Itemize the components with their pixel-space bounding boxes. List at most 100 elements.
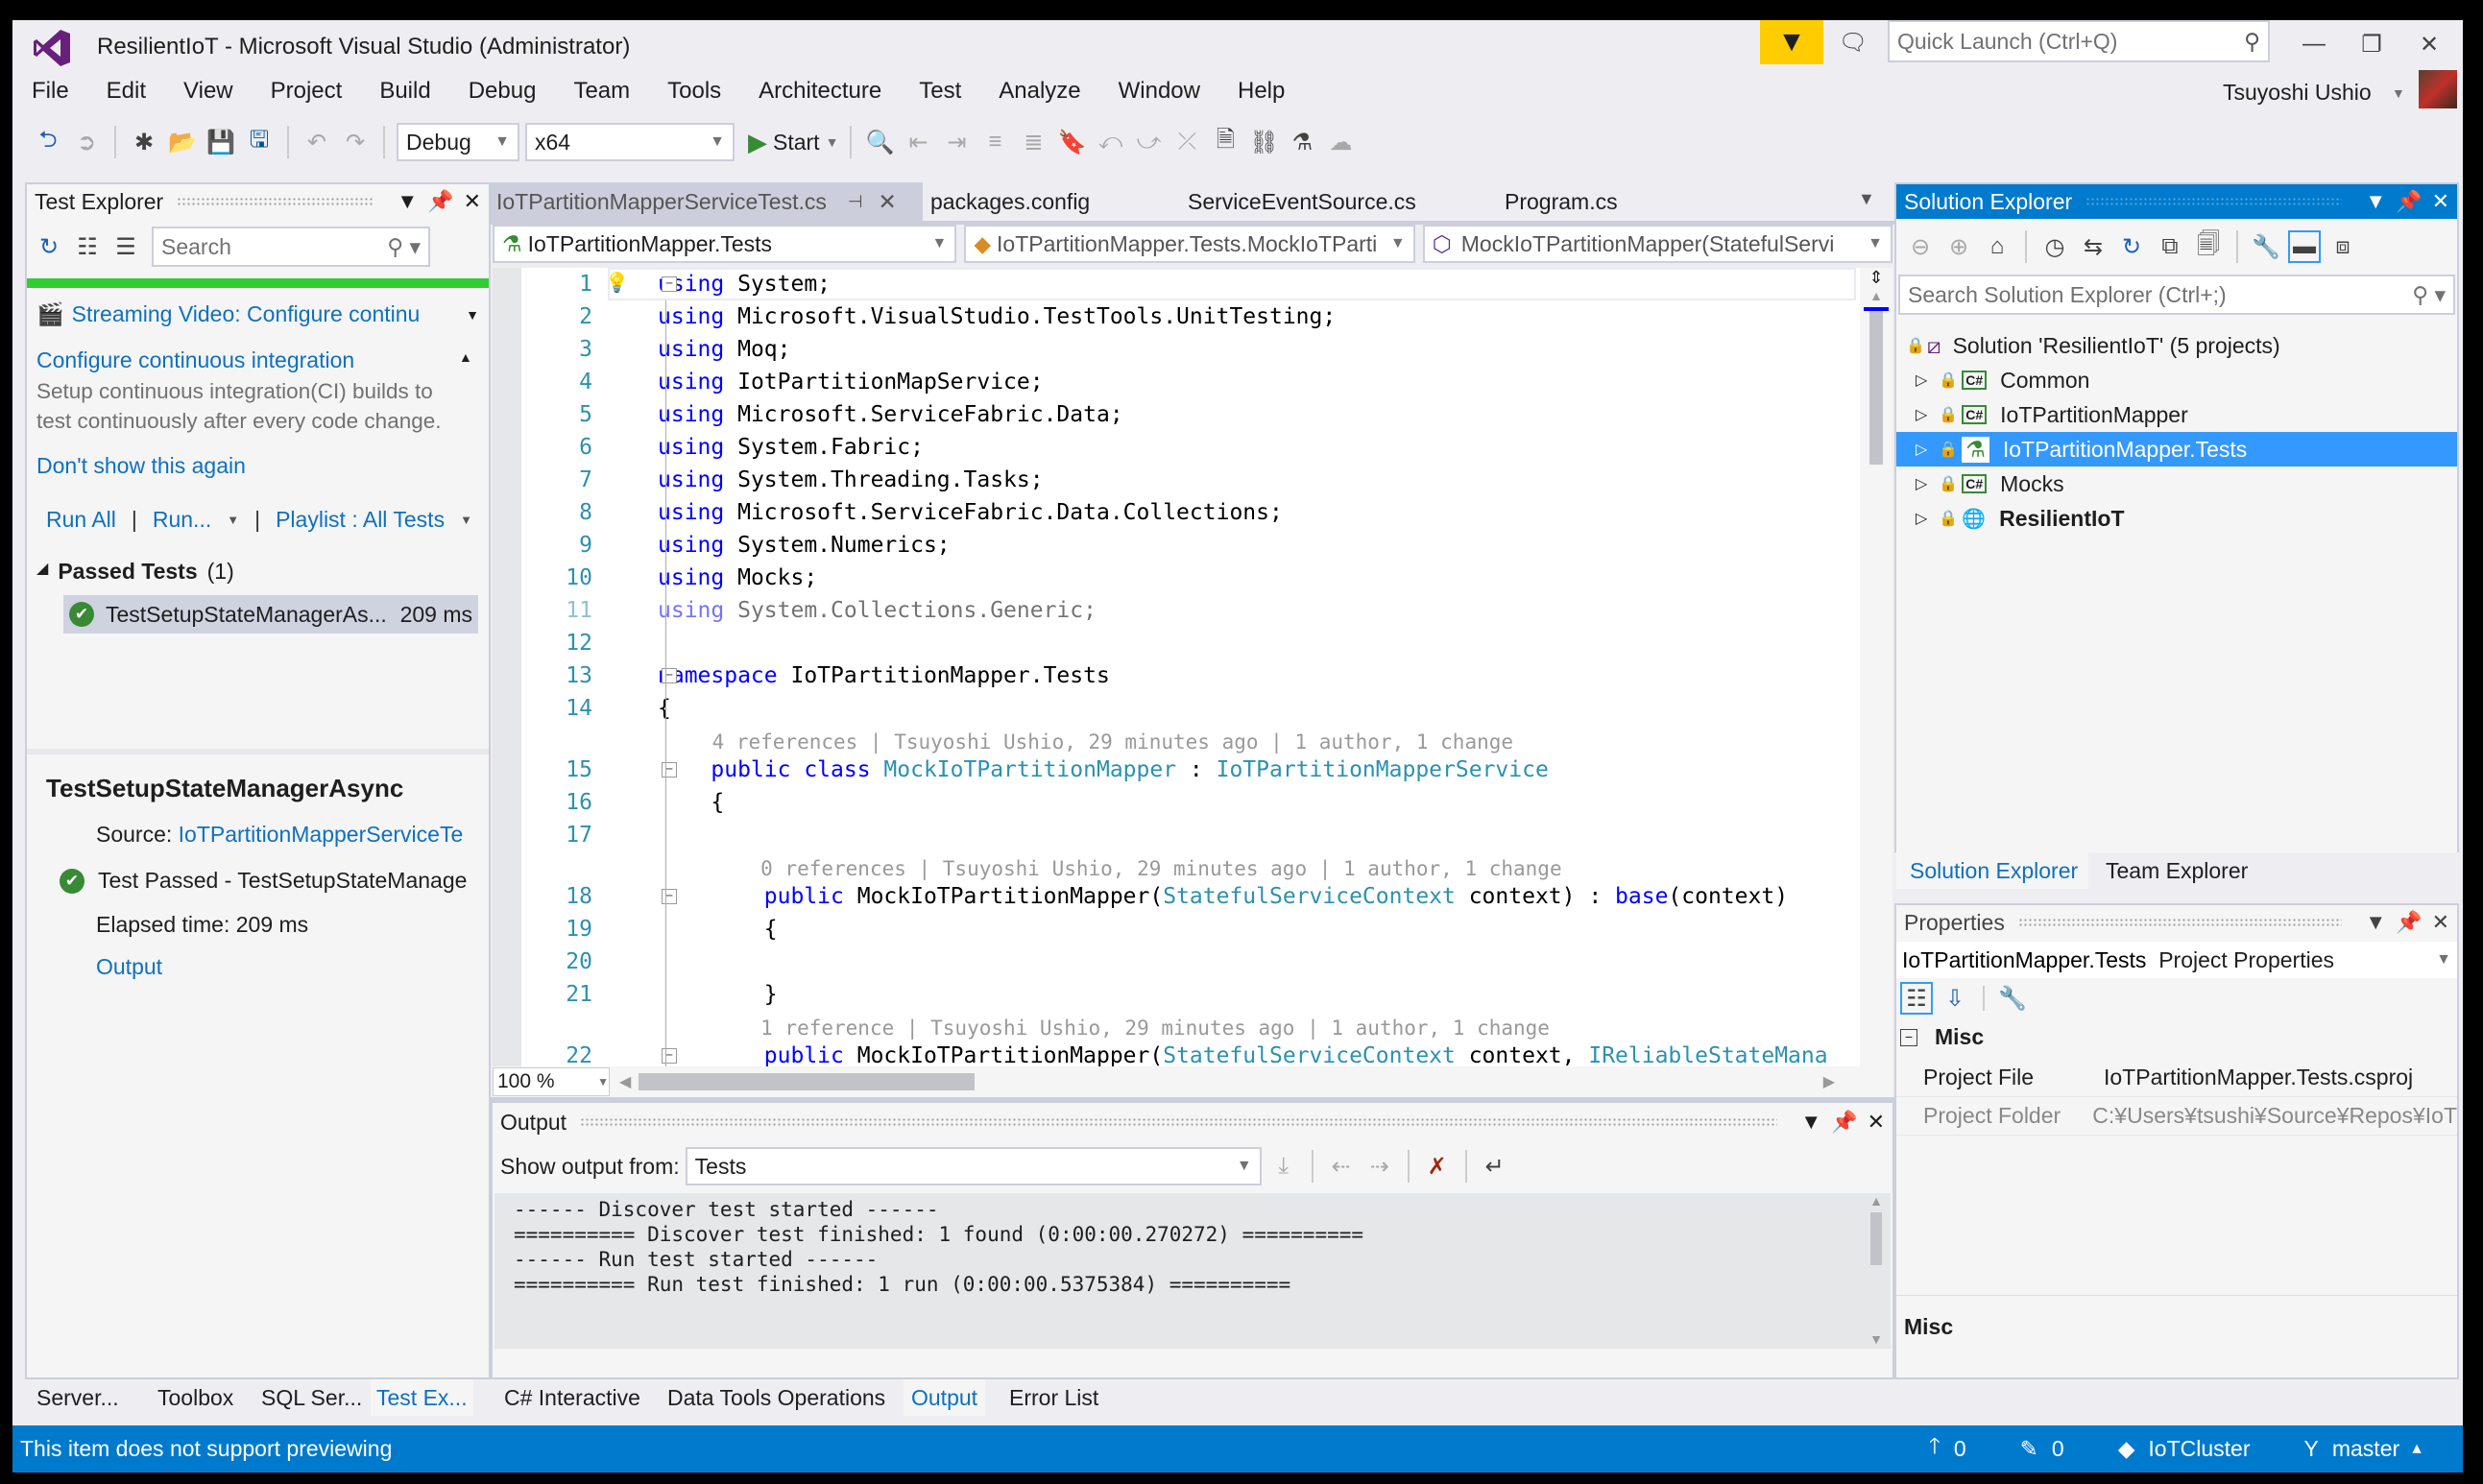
splitter[interactable] [27, 749, 489, 754]
comment-icon[interactable]: ≡ [978, 126, 1011, 158]
video-notification[interactable]: 🎬 Streaming Video: Configure continu ▼ [36, 301, 479, 327]
collapse-icon[interactable]: − [1900, 1028, 1917, 1046]
menu-debug[interactable]: Debug [469, 78, 537, 104]
code-editor[interactable]: 💡 1− using System; 2 using Microsoft.Visual… [493, 268, 1892, 1066]
back-icon[interactable]: ⊖ [1904, 230, 1937, 263]
codelens[interactable]: 0 references | Tsuyoshi Ushio, 29 minute… [521, 851, 1854, 880]
chevron-down-icon[interactable]: ▼ [466, 307, 479, 323]
menu-edit[interactable]: Edit [107, 78, 146, 104]
tree-item-iotpartitionmapper[interactable]: ▷ 🔒 C# IoTPartitionMapper [1896, 397, 2457, 432]
fold-toggle[interactable]: − [662, 889, 677, 904]
publish-icon[interactable]: ☁ [1324, 126, 1357, 158]
menu-tools[interactable]: Tools [667, 78, 721, 104]
pin-icon[interactable]: 📌 [1831, 1110, 1857, 1135]
prev-bookmark-icon[interactable]: ⤺ [1094, 126, 1126, 158]
playlist-dropdown[interactable]: Playlist : All Tests [276, 507, 445, 533]
fold-toggle[interactable]: − [662, 668, 677, 683]
dropdown-icon[interactable]: ▼ [397, 189, 418, 214]
tree-item-resilientiot[interactable]: ▷ 🔒 🌐 ResilientIoT [1896, 501, 2457, 536]
tab-overflow-icon[interactable]: ▼ [1858, 189, 1875, 209]
save-icon[interactable]: 💾 [205, 126, 237, 158]
pin-icon[interactable]: 📌 [427, 189, 453, 214]
menu-analyze[interactable]: Analyze [999, 78, 1080, 104]
dropdown-icon[interactable]: ▼ [2365, 189, 2386, 214]
indent-icon[interactable]: ⇤ [902, 126, 934, 158]
forward-icon[interactable]: ⊕ [1942, 230, 1975, 263]
settings-icon[interactable]: ☰ [109, 230, 142, 263]
fold-toggle[interactable]: − [662, 276, 677, 292]
bookmark-icon[interactable]: 🔖 [1055, 126, 1088, 158]
output-link[interactable]: Output [96, 954, 162, 980]
codelens-text[interactable]: 4 references | Tsuyoshi Ushio, 29 minute… [663, 730, 1513, 754]
avatar[interactable] [2419, 70, 2457, 108]
solution-search-input[interactable]: Search Solution Explorer (Ctrl+;) ⚲ ▾ [1898, 275, 2455, 315]
passed-tests-group[interactable]: ◢ Passed Tests (1) [36, 559, 234, 585]
tree-item-iotpartitionmapper-tests[interactable]: ▷ 🔒 ⚗ IoTPartitionMapper.Tests [1896, 432, 2457, 467]
properties-wrench-icon[interactable]: 🔧 [2250, 230, 2282, 263]
output-text[interactable]: ------ Discover test started ------ =====… [494, 1193, 1891, 1349]
test-search-input[interactable]: Search ⚲ ▾ [152, 227, 430, 267]
next-message-icon[interactable]: ⇢ [1363, 1150, 1396, 1183]
collapse-all-icon[interactable]: ⧉ [2154, 230, 2186, 263]
expand-triangle-icon[interactable]: ▷ [1916, 371, 1927, 390]
outdent-icon[interactable]: ⇥ [940, 126, 973, 158]
menu-help[interactable]: Help [1238, 78, 1285, 104]
scroll-up-icon[interactable]: ▲ [1860, 288, 1892, 303]
branch-name[interactable]: master [2332, 1436, 2399, 1462]
menu-build[interactable]: Build [379, 78, 430, 104]
show-all-files-icon[interactable]: 🗐 [2192, 230, 2225, 263]
expand-triangle-icon[interactable]: ▷ [1916, 509, 1927, 528]
codelens[interactable]: 1 reference | Tsuyoshi Ushio, 29 minutes… [521, 1011, 1854, 1040]
fold-toggle[interactable]: − [662, 1048, 677, 1064]
member-dropdown[interactable]: ⬡ MockIoTPartitionMapper(StatefulServi ▼ [1422, 225, 1892, 263]
tab-output[interactable]: Output [904, 1379, 986, 1416]
preview-selected-icon[interactable]: ▬ [2288, 230, 2321, 263]
redo-icon[interactable]: ↷ [339, 126, 372, 158]
expanded-triangle-icon[interactable]: ◢ [36, 559, 48, 585]
quick-launch-input[interactable]: Quick Launch (Ctrl+Q) ⚲ [1888, 20, 2270, 62]
changes-count[interactable]: 0 [2052, 1436, 2064, 1462]
scroll-thumb[interactable] [1869, 311, 1883, 465]
home-icon[interactable]: ⌂ [1981, 230, 2013, 263]
ci-title-link[interactable]: Configure continuous integration [36, 347, 354, 373]
tab-sqlser[interactable]: SQL Ser... [255, 1379, 368, 1416]
property-row[interactable]: Project Folder C:¥Users¥tsushi¥Source¥Rep… [1896, 1097, 2457, 1136]
undo-icon[interactable]: ↶ [301, 126, 333, 158]
codelens-text[interactable]: 1 reference | Tsuyoshi Ushio, 29 minutes… [663, 1017, 1550, 1040]
pending-changes-filter-icon[interactable]: ◷ [2038, 230, 2071, 263]
chevron-down-icon[interactable]: ▼ [2392, 85, 2405, 101]
scroll-left-icon[interactable]: ◀ [619, 1072, 631, 1091]
navigate-forward-icon[interactable]: ➲ [70, 126, 103, 158]
tab-errorlist[interactable]: Error List [1001, 1379, 1106, 1416]
close-icon[interactable]: ✕ [2432, 189, 2449, 214]
zoom-dropdown[interactable]: 100 % ▼ [493, 1067, 610, 1096]
close-icon[interactable]: ✕ [879, 189, 897, 215]
codelens-text[interactable]: 0 references | Tsuyoshi Ushio, 29 minute… [663, 857, 1561, 880]
object-selector[interactable]: IoTPartitionMapper.Tests Project Propert… [1896, 942, 2457, 978]
tab-server[interactable]: Server... [31, 1379, 125, 1416]
notifications-icon[interactable]: 🗨 [1837, 26, 1869, 59]
test-list-item[interactable]: ✔ TestSetupStateManagerAs... 209 ms [63, 595, 478, 634]
property-row[interactable]: Project File IoTPartitionMapper.Tests.csp… [1896, 1059, 2457, 1097]
class-view-icon[interactable]: ⧈ [2326, 230, 2359, 263]
start-button[interactable]: Start [773, 130, 820, 156]
tab-testex[interactable]: Test Ex... [371, 1379, 473, 1416]
minimize-icon[interactable]: — [2298, 28, 2330, 60]
prev-message-icon[interactable]: ⇠ [1325, 1150, 1358, 1183]
run-dropdown-button[interactable]: Run... [153, 507, 211, 533]
pin-icon[interactable]: ⊣ [848, 192, 863, 212]
document-tab[interactable]: IoTPartitionMapperServiceTest.cs ⊣ ✕ [491, 182, 923, 221]
categorized-icon[interactable]: ☷ [1900, 982, 1933, 1015]
source-link[interactable]: IoTPartitionMapperServiceTe [179, 822, 464, 847]
clear-all-icon[interactable]: ✗ [1421, 1150, 1454, 1183]
refresh-icon[interactable]: ↻ [2115, 230, 2148, 263]
find-message-icon[interactable]: ⤓ [1267, 1150, 1300, 1183]
user-name[interactable]: Tsuyoshi Ushio [2223, 80, 2372, 106]
document-tab[interactable]: packages.config [925, 182, 1096, 221]
document-tab[interactable]: ServiceEventSource.cs [1182, 182, 1422, 221]
word-wrap-icon[interactable]: ↵ [1479, 1150, 1511, 1183]
menu-file[interactable]: File [32, 78, 69, 104]
codelens[interactable]: 4 references | Tsuyoshi Ushio, 29 minute… [521, 725, 1854, 754]
alphabetical-sort-icon[interactable]: ⇩ [1939, 982, 1971, 1015]
tree-item-mocks[interactable]: ▷ 🔒 C# Mocks [1896, 467, 2457, 501]
